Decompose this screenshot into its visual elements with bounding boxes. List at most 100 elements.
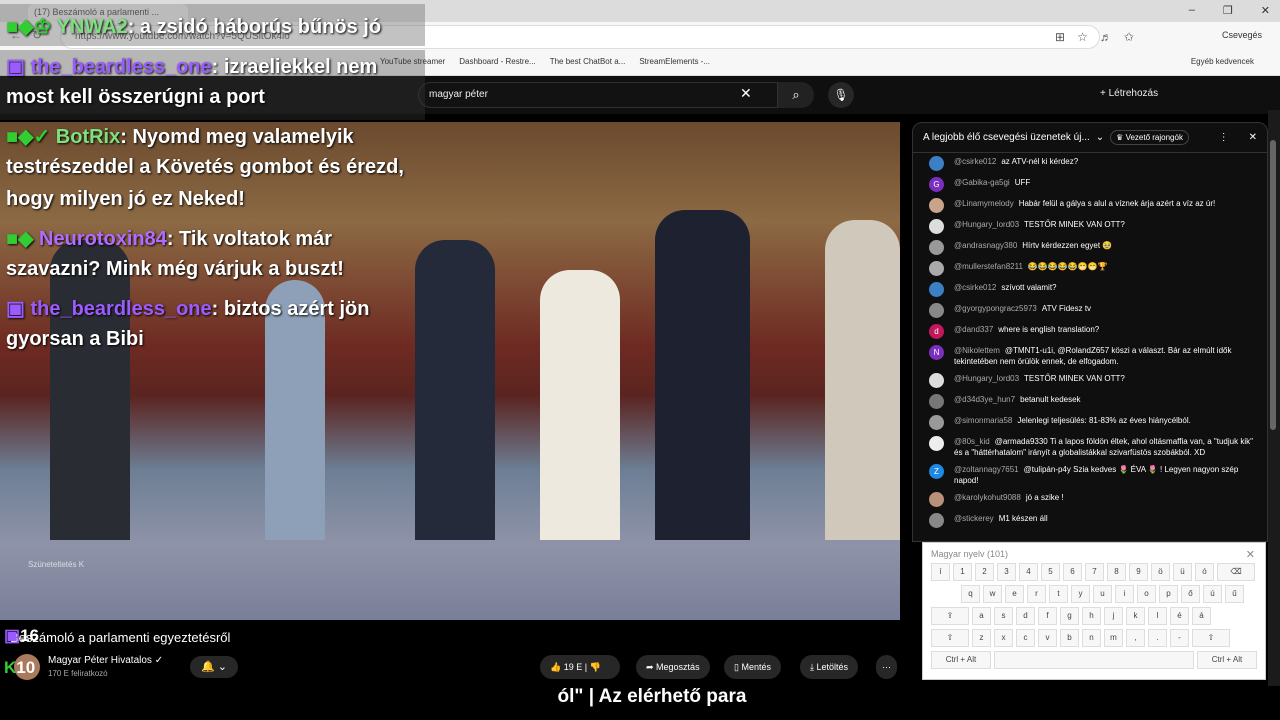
author-avatar[interactable] xyxy=(929,373,944,388)
author-avatar[interactable] xyxy=(929,394,944,409)
star-icon[interactable]: ☆ xyxy=(1077,30,1088,44)
keyboard-key[interactable]: ű xyxy=(1225,585,1244,603)
author-avatar[interactable] xyxy=(929,198,944,213)
search-button[interactable]: ⌕ xyxy=(778,82,814,108)
keyboard-key[interactable]: s xyxy=(994,607,1013,625)
chat-mode-dropdown[interactable]: A legjobb élő csevegési üzenetek új... xyxy=(923,132,1090,143)
more-icon[interactable]: ⋮ xyxy=(1219,132,1229,143)
apps-icon[interactable]: ⊞ xyxy=(1055,30,1065,44)
copilot-button[interactable]: Csevegés xyxy=(1222,30,1262,40)
keyboard-key[interactable]: ⇧ xyxy=(1192,629,1230,647)
keyboard-key[interactable]: ⌫ xyxy=(1217,563,1255,581)
mic-icon[interactable]: 🎙 xyxy=(828,82,854,108)
clear-search-icon[interactable]: ✕ xyxy=(740,85,752,102)
chevron-down-icon[interactable]: ⌄ xyxy=(1096,132,1104,143)
bookmark[interactable]: StreamElements -... xyxy=(639,57,710,75)
author-avatar[interactable]: N xyxy=(929,345,944,360)
chat-author[interactable]: @Linamymelody xyxy=(954,199,1014,208)
create-button[interactable]: + Létrehozás xyxy=(1100,88,1158,99)
keyboard-key[interactable]: c xyxy=(1016,629,1035,647)
author-avatar[interactable] xyxy=(929,261,944,276)
save-button[interactable]: ▯ Mentés xyxy=(724,655,781,679)
chat-author[interactable]: @simonmaria58 xyxy=(954,416,1012,425)
search-input[interactable]: magyar péter xyxy=(418,82,778,108)
author-avatar[interactable]: d xyxy=(929,324,944,339)
keyboard-key[interactable]: , xyxy=(1126,629,1145,647)
author-avatar[interactable] xyxy=(929,156,944,171)
keyboard-key[interactable]: ⇪ xyxy=(931,607,969,625)
chat-author[interactable]: @Hungary_lord03 xyxy=(954,220,1019,229)
chat-author[interactable]: @zoltannagy7651 xyxy=(954,465,1019,474)
keyboard-key[interactable]: 8 xyxy=(1107,563,1126,581)
keyboard-key[interactable]: t xyxy=(1049,585,1068,603)
channel-name[interactable]: Magyar Péter Hivatalos ✓ xyxy=(48,655,163,666)
chat-author[interactable]: @Hungary_lord03 xyxy=(954,374,1019,383)
keyboard-key[interactable]: 2 xyxy=(975,563,994,581)
keyboard-key[interactable]: m xyxy=(1104,629,1123,647)
keyboard-key[interactable]: q xyxy=(961,585,980,603)
keyboard-key[interactable]: w xyxy=(983,585,1002,603)
notification-bell-button[interactable]: 🔔 ⌄ xyxy=(190,656,238,678)
keyboard-key[interactable]: i xyxy=(1115,585,1134,603)
keyboard-key[interactable]: r xyxy=(1027,585,1046,603)
keyboard-key[interactable]: j xyxy=(1104,607,1123,625)
keyboard-key[interactable] xyxy=(994,651,1194,669)
close-chat-icon[interactable]: ✕ xyxy=(1249,132,1257,143)
like-button[interactable]: 👍 19 E | 👎 xyxy=(540,655,620,679)
scrollbar-thumb[interactable] xyxy=(1270,140,1276,430)
keyboard-key[interactable]: z xyxy=(972,629,991,647)
keyboard-key[interactable]: 6 xyxy=(1063,563,1082,581)
keyboard-key[interactable]: 3 xyxy=(997,563,1016,581)
keyboard-key[interactable]: 7 xyxy=(1085,563,1104,581)
author-avatar[interactable] xyxy=(929,513,944,528)
keyboard-key[interactable]: . xyxy=(1148,629,1167,647)
keyboard-key[interactable]: e xyxy=(1005,585,1024,603)
author-avatar[interactable]: G xyxy=(929,177,944,192)
chat-author[interactable]: @gyorgypongracz5973 xyxy=(954,304,1037,313)
keyboard-key[interactable]: ö xyxy=(1151,563,1170,581)
keyboard-key[interactable]: 4 xyxy=(1019,563,1038,581)
keyboard-key[interactable]: n xyxy=(1082,629,1101,647)
favorites-icon[interactable]: ✩ xyxy=(1124,30,1134,44)
chat-author[interactable]: @mullerstefan8211 xyxy=(954,262,1023,271)
bookmark[interactable]: The best ChatBot a... xyxy=(550,57,626,75)
author-avatar[interactable] xyxy=(929,415,944,430)
keyboard-key[interactable]: a xyxy=(972,607,991,625)
chat-author[interactable]: @csirke012 xyxy=(954,283,996,292)
keyboard-key[interactable]: 9 xyxy=(1129,563,1148,581)
chat-author[interactable]: @80s_kid xyxy=(954,437,990,446)
author-avatar[interactable]: Z xyxy=(929,464,944,479)
keyboard-key[interactable]: ő xyxy=(1181,585,1200,603)
share-button[interactable]: ➦ Megosztás xyxy=(636,655,710,679)
minimize-icon[interactable]: – xyxy=(1189,4,1195,17)
chat-author[interactable]: @dand337 xyxy=(954,325,993,334)
keyboard-key[interactable]: Ctrl + Alt xyxy=(931,651,991,669)
keyboard-key[interactable]: 5 xyxy=(1041,563,1060,581)
keyboard-key[interactable]: o xyxy=(1137,585,1156,603)
bookmark[interactable]: Dashboard - Restre... xyxy=(459,57,535,75)
chat-author[interactable]: @stickerey xyxy=(954,514,994,523)
keyboard-key[interactable]: á xyxy=(1192,607,1211,625)
author-avatar[interactable] xyxy=(929,282,944,297)
chat-author[interactable]: @d34d3ye_hun7 xyxy=(954,395,1015,404)
keyboard-key[interactable]: u xyxy=(1093,585,1112,603)
keyboard-key[interactable]: í xyxy=(931,563,950,581)
author-avatar[interactable] xyxy=(929,240,944,255)
keyboard-key[interactable]: ⇧ xyxy=(931,629,969,647)
keyboard-key[interactable]: ó xyxy=(1195,563,1214,581)
top-fans-button[interactable]: ♛ Vezető rajongók xyxy=(1110,130,1189,145)
chat-author[interactable]: @csirke012 xyxy=(954,157,996,166)
author-avatar[interactable] xyxy=(929,303,944,318)
author-avatar[interactable] xyxy=(929,492,944,507)
keyboard-key[interactable]: - xyxy=(1170,629,1189,647)
keyboard-key[interactable]: b xyxy=(1060,629,1079,647)
keyboard-key[interactable]: é xyxy=(1170,607,1189,625)
keyboard-key[interactable]: y xyxy=(1071,585,1090,603)
keyboard-key[interactable]: g xyxy=(1060,607,1079,625)
keyboard-key[interactable]: ü xyxy=(1173,563,1192,581)
author-avatar[interactable] xyxy=(929,436,944,451)
keyboard-key[interactable]: k xyxy=(1126,607,1145,625)
keyboard-key[interactable]: v xyxy=(1038,629,1057,647)
chat-author[interactable]: @Gabika-ga5gi xyxy=(954,178,1010,187)
keyboard-key[interactable]: Ctrl + Alt xyxy=(1197,651,1257,669)
